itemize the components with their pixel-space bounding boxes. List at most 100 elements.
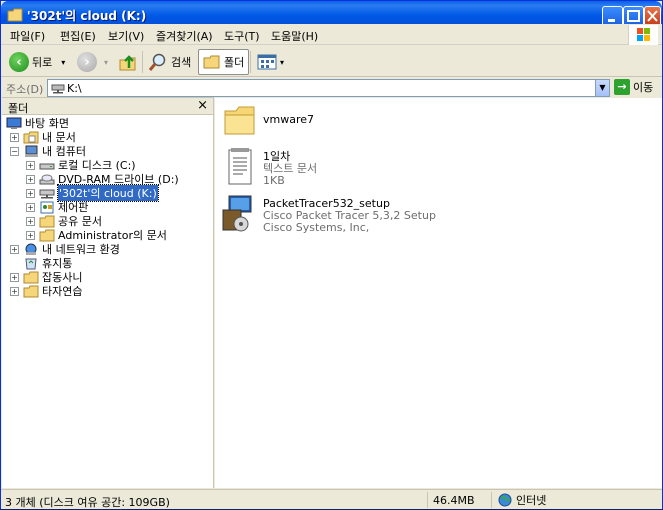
expand-icon[interactable]: + [26, 216, 35, 226]
back-arrow-icon: ‹ [9, 52, 29, 72]
folder-icon [7, 8, 23, 22]
expand-icon[interactable]: + [10, 132, 19, 142]
collapse-icon[interactable]: − [10, 146, 19, 156]
text-document-icon [228, 148, 252, 185]
file-item-packettracer-setup[interactable]: PacketTracer532_setup Cisco Packet Trace… [221, 194, 436, 234]
folder-icon [39, 229, 55, 241]
expand-icon[interactable]: + [26, 202, 35, 212]
status-objects: 3 개체 (디스크 여유 공간: 109GB) [5, 496, 170, 509]
tree-item-dvd-drive[interactable]: + DVD-RAM 드라이브 (D:) [26, 172, 179, 186]
tree-item-control-panel[interactable]: + 제어판 [26, 200, 88, 214]
menu-file[interactable]: 파일(F) [10, 28, 45, 44]
tree-item-my-computer[interactable]: − 내 컴퓨터 [10, 144, 86, 158]
folders-button[interactable]: 폴더 [198, 49, 250, 75]
address-path: K:\ [67, 82, 82, 95]
folders-label: 폴더 [224, 56, 245, 69]
tree-item-network-places[interactable]: + 내 네트워크 환경 [10, 242, 120, 256]
address-label: 주소(D) [6, 83, 44, 96]
recycle-bin-icon [25, 258, 37, 269]
menu-favorites[interactable]: 즐겨찾기(A) [156, 28, 213, 44]
tree-item-cloud-drive[interactable]: + '302t'의 cloud (K:) [26, 184, 159, 202]
toolbar: ‹ 뒤로 ▾ › ▾ 검색 폴더 ▾ [1, 46, 662, 77]
tree-item-admin-documents[interactable]: + Administrator의 문서 [26, 228, 167, 242]
expand-icon[interactable]: + [26, 160, 35, 170]
tree-item-desktop[interactable]: 바탕 화면 [6, 116, 69, 130]
file-company: Cisco Systems, Inc, [263, 221, 370, 234]
windows-logo [628, 25, 658, 45]
go-button[interactable]: → 이동 [614, 79, 653, 95]
expand-icon[interactable]: + [10, 286, 19, 296]
views-dropdown-icon: ▾ [280, 57, 285, 67]
back-button[interactable]: ‹ 뒤로 ▾ [9, 49, 65, 75]
search-label: 검색 [171, 56, 192, 69]
windows-flag-icon [637, 28, 650, 41]
status-zone: 인터넷 [498, 492, 546, 508]
menu-tools[interactable]: 도구(T) [224, 28, 260, 44]
search-icon [148, 53, 166, 71]
folder-tree-pane: 폴더 × 바탕 화면 + 내 문서 − 내 컴퓨터 + 로컬 디스크 (C:) … [2, 97, 214, 488]
go-label: 이동 [633, 81, 654, 94]
file-size: 1KB [263, 174, 285, 187]
back-dropdown-icon[interactable]: ▾ [61, 58, 65, 67]
up-folder-button[interactable] [118, 49, 138, 75]
internet-globe-icon [498, 493, 512, 507]
dvd-drive-icon [39, 174, 55, 184]
local-disk-icon [39, 163, 55, 169]
network-places-icon [25, 243, 37, 255]
my-computer-icon [25, 145, 38, 157]
folder-pane-header: 폴더 × [2, 98, 213, 115]
file-list-pane: vmware7 1일차 텍스트 문서 1KB PacketTracer532_s… [215, 98, 662, 488]
toolbar-separator [142, 51, 143, 73]
expand-icon[interactable]: + [26, 174, 35, 184]
status-size: 46.4MB [433, 494, 475, 507]
expand-icon[interactable]: + [10, 244, 19, 254]
folders-icon [203, 55, 220, 69]
expand-icon[interactable]: + [26, 188, 35, 198]
status-zone-label: 인터넷 [516, 494, 547, 507]
network-drive-icon [39, 189, 55, 198]
tree-item-misc[interactable]: + 잡동사니 [10, 270, 82, 284]
file-name: vmware7 [263, 113, 315, 126]
status-divider [427, 492, 428, 508]
file-item-day1[interactable]: 1일차 텍스트 문서 1KB [225, 148, 317, 188]
up-folder-icon [119, 55, 136, 71]
menu-bar: 파일(F) 편집(E) 보기(V) 즐겨찾기(A) 도구(T) 도움말(H) [1, 24, 662, 45]
address-field[interactable]: K:\ ▼ [47, 79, 610, 97]
address-bar: 주소(D) K:\ ▼ → 이동 [1, 78, 662, 98]
forward-arrow-icon: › [77, 52, 97, 72]
toolbar-separator [250, 51, 251, 73]
search-button[interactable]: 검색 [148, 49, 191, 75]
menu-view[interactable]: 보기(V) [108, 28, 144, 44]
tree-item-local-disk[interactable]: + 로컬 디스크 (C:) [26, 158, 136, 172]
address-dropdown-icon[interactable]: ▼ [595, 80, 609, 96]
window-title: '302t'의 cloud (K:) [27, 9, 147, 23]
folder-pane-title: 폴더 [8, 102, 29, 115]
expand-icon[interactable]: + [10, 272, 19, 282]
folder-icon [39, 215, 55, 227]
my-documents-icon [23, 131, 39, 143]
status-bar: 3 개체 (디스크 여유 공간: 109GB) 46.4MB 인터넷 [1, 489, 662, 509]
back-label: 뒤로 [32, 56, 53, 69]
folder-icon [224, 106, 255, 135]
menu-edit[interactable]: 편집(E) [60, 28, 96, 44]
go-arrow-icon: → [614, 79, 630, 95]
status-divider [491, 492, 492, 508]
views-icon [257, 54, 277, 70]
tree-item-my-documents[interactable]: + 내 문서 [10, 130, 76, 144]
folder-pane-close-icon[interactable]: × [197, 98, 208, 113]
network-drive-icon [51, 84, 65, 94]
explorer-window: '302t'의 cloud (K:) 파일(F) 편집(E) 보기(V) 즐겨찾… [0, 0, 663, 509]
tree-item-recycle-bin[interactable]: 휴지통 [23, 256, 72, 270]
tree-item-shared-documents[interactable]: + 공유 문서 [26, 214, 102, 228]
file-item-vmware7[interactable]: vmware7 [223, 104, 314, 136]
folder-icon [23, 271, 39, 283]
forward-dropdown-icon[interactable]: ▾ [104, 58, 108, 67]
installer-icon [222, 195, 252, 232]
menu-help[interactable]: 도움말(H) [271, 28, 318, 44]
views-button[interactable]: ▾ [257, 49, 284, 75]
desktop-icon [6, 117, 22, 129]
forward-button[interactable]: › ▾ [77, 49, 108, 75]
tree-item-typing-practice[interactable]: + 타자연습 [10, 284, 82, 298]
expand-icon[interactable]: + [26, 230, 35, 240]
control-panel-icon [40, 201, 54, 213]
